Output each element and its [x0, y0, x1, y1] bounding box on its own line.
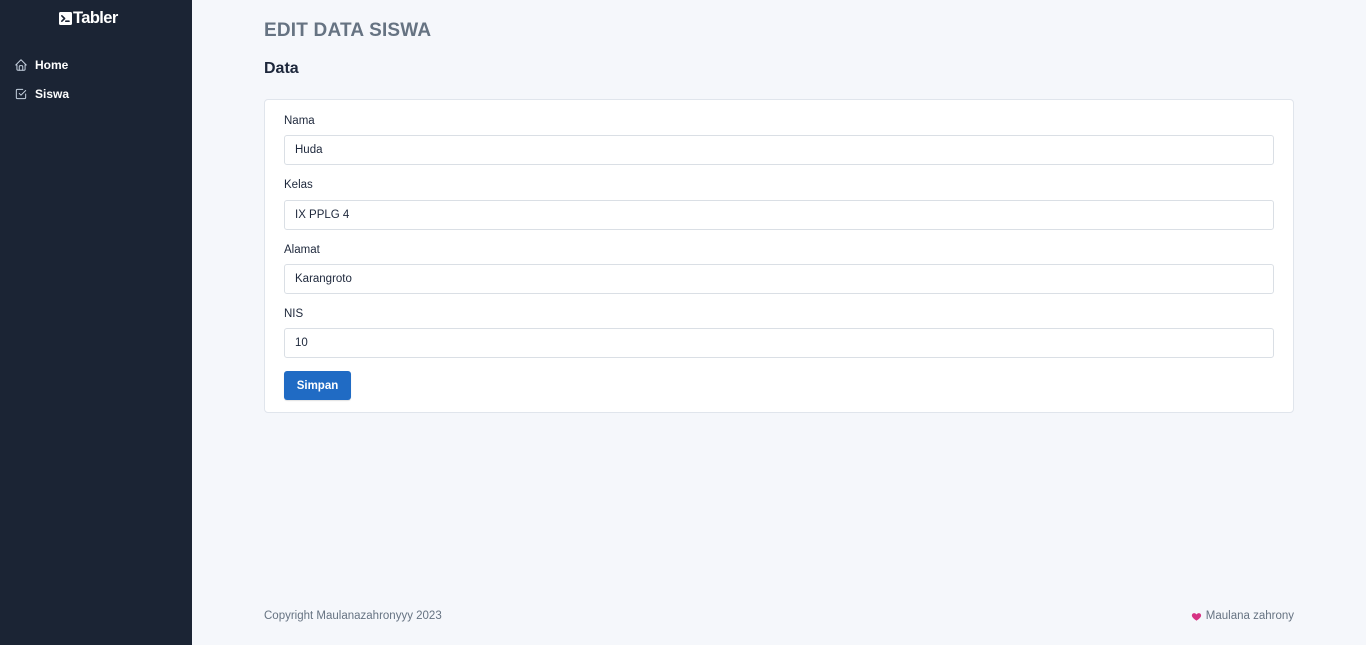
tabler-logo-icon	[59, 11, 72, 25]
nis-label: NIS	[284, 308, 304, 320]
footer-author-link[interactable]: Maulana zahrony	[1191, 610, 1294, 622]
simpan-button[interactable]: Simpan	[284, 371, 351, 400]
nama-label: Nama	[284, 115, 315, 127]
page-pretitle: EDIT DATA SISWA	[264, 20, 432, 41]
brand-name: Tabler	[73, 8, 118, 27]
brand-logo[interactable]: Tabler	[59, 8, 118, 28]
alamat-input[interactable]	[284, 264, 1274, 294]
footer-author-name: Maulana zahrony	[1205, 610, 1294, 622]
alamat-label: Alamat	[284, 244, 320, 256]
edit-siswa-form: Nama Kelas Alamat NIS Simpan	[264, 99, 1294, 413]
footer-copyright: Copyright Maulanazahronyyy 2023	[264, 610, 442, 622]
nama-input[interactable]	[284, 135, 1274, 165]
kelas-label: Kelas	[284, 179, 313, 191]
heart-icon	[1191, 612, 1201, 621]
sidebar: Tabler Home Siswa	[0, 0, 192, 645]
sidebar-nav: Home Siswa	[0, 50, 192, 108]
checkbox-icon	[15, 88, 27, 99]
main-content: EDIT DATA SISWA Data Nama Kelas Alamat N…	[192, 0, 1366, 645]
sidebar-item-label: Siswa	[35, 86, 70, 101]
home-icon	[15, 58, 27, 71]
nis-input[interactable]	[284, 328, 1274, 358]
sidebar-item-home[interactable]: Home	[0, 50, 192, 79]
kelas-input[interactable]	[284, 200, 1274, 230]
sidebar-item-siswa[interactable]: Siswa	[0, 79, 192, 108]
page-title: Data	[264, 60, 299, 77]
sidebar-item-label: Home	[35, 57, 69, 72]
